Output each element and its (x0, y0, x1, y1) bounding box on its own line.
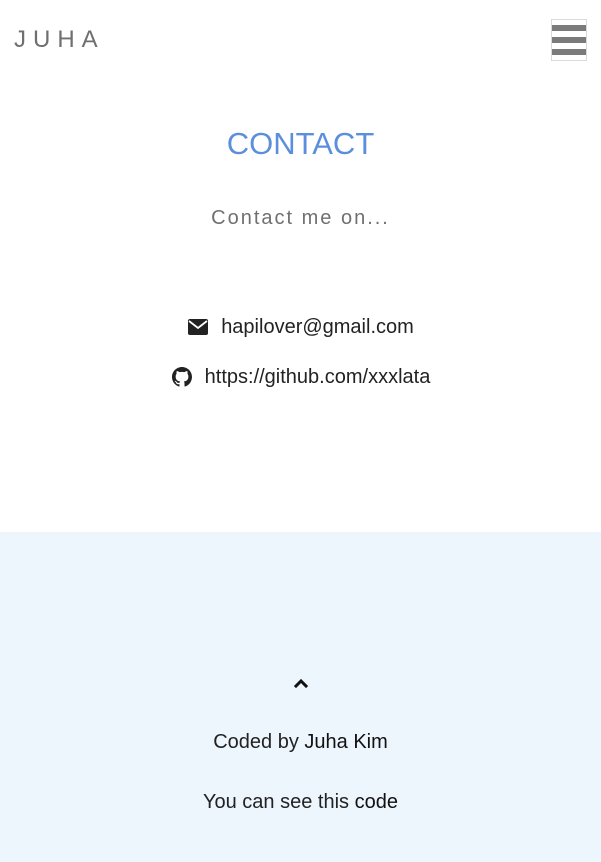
hamburger-bar (552, 37, 586, 43)
chevron-up-icon (293, 678, 309, 689)
page: JUHA CONTACT Contact me on... hapilover@… (0, 0, 601, 862)
credit-prefix: Coded by (213, 731, 299, 753)
contact-subtitle: Contact me on... (211, 207, 390, 229)
navbar: JUHA (0, 0, 601, 80)
hamburger-bar (552, 49, 586, 55)
source-code-link[interactable]: code (355, 791, 398, 813)
scroll-to-top-button[interactable] (289, 672, 313, 694)
envelope-icon (187, 316, 209, 338)
contact-section: CONTACT Contact me on... hapilover@gmail… (0, 80, 601, 532)
github-link[interactable]: https://github.com/xxxlata (205, 365, 431, 389)
contact-title: CONTACT (226, 126, 375, 161)
code-prefix: You can see this (203, 791, 350, 813)
brand-logo[interactable]: JUHA (14, 26, 105, 54)
hamburger-menu-icon (552, 25, 586, 31)
github-contact: https://github.com/xxxlata (0, 365, 601, 389)
github-icon (171, 366, 193, 388)
footer-credit: Coded by Juha Kim (0, 730, 601, 754)
footer-code-note: You can see this code (0, 790, 601, 814)
email-contact: hapilover@gmail.com (0, 315, 601, 339)
email-link[interactable]: hapilover@gmail.com (221, 315, 414, 339)
footer: Coded by Juha Kim You can see this code (0, 532, 601, 862)
author-link[interactable]: Juha Kim (304, 731, 387, 753)
menu-toggle-button[interactable] (551, 19, 587, 61)
